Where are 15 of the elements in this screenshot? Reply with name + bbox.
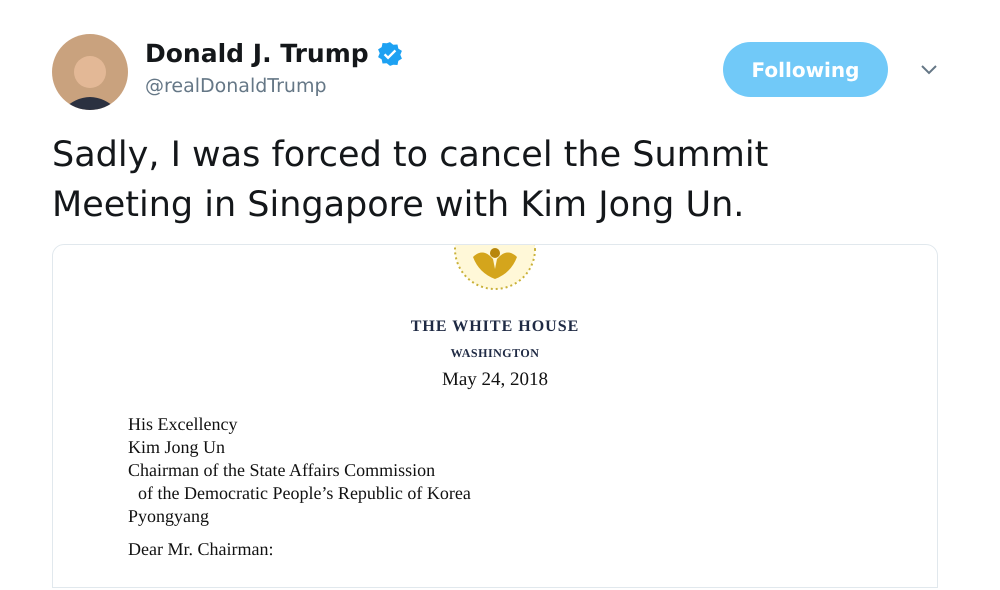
letter-salutation: Dear Mr. Chairman: (128, 538, 274, 560)
chevron-down-icon[interactable] (920, 64, 938, 76)
address-line: Chairman of the State Affairs Commission (128, 459, 436, 482)
attached-letter[interactable]: THE WHITE HOUSE WASHINGTON May 24, 2018 His Excellency Kim Jong Un Chairman of the State Affairs Commission of the Democratic People’s Republic of Korea Pyongyang Dear Mr. Chairman: (52, 244, 938, 588)
address-line: His Excellency (128, 413, 238, 436)
letterhead-city: WASHINGTON (450, 345, 540, 361)
address-line: of the Democratic People’s Republic of Korea (137, 482, 471, 505)
letter-date: May 24, 2018 (442, 368, 548, 392)
letterhead-title: THE WHITE HOUSE (410, 317, 580, 337)
address-line: Kim Jong Un (128, 436, 226, 459)
author-handle[interactable]: @realDonaldTrump (145, 72, 403, 100)
author-name[interactable]: Donald J. Trump (145, 38, 369, 70)
seal-icon (453, 245, 537, 291)
tweet-text: Sadly, I was forced to cancel the Summit Meeting in Singapore with Kim Jong Un. (52, 134, 770, 227)
address-line: Pyongyang (128, 505, 210, 528)
